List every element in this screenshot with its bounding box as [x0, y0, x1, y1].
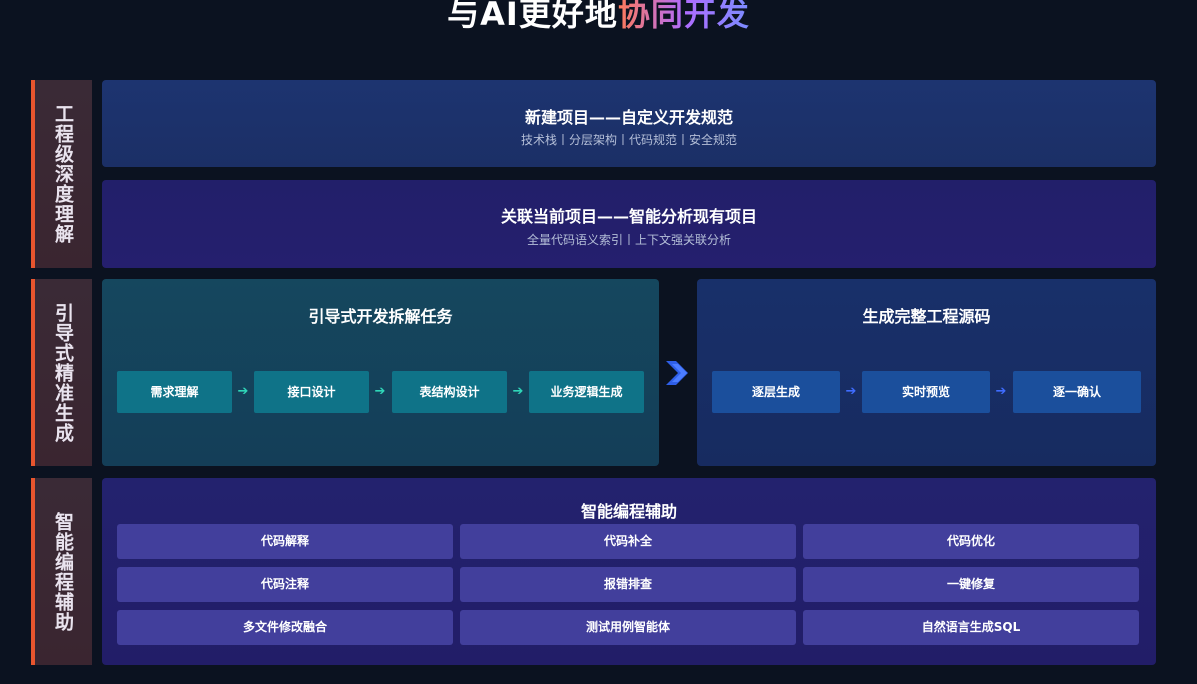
- page-title: 与AI更好地协同开发: [0, 0, 1197, 40]
- feature-item: 报错排查: [460, 567, 796, 602]
- arrow-right-icon: ➔: [237, 384, 249, 399]
- new-project-title: 新建项目——自定义开发规范: [524, 108, 733, 127]
- step-logic: 业务逻辑生成: [529, 371, 644, 413]
- link-project-subtitle: 全量代码语义索引丨上下文强关联分析: [526, 233, 731, 247]
- new-project-subtitle: 技术栈丨分层架构丨代码规范丨安全规范: [520, 133, 737, 147]
- generate-source-panel: 生成完整工程源码 逐层生成 ➔ 实时预览 ➔ 逐一确认: [697, 279, 1156, 466]
- step-interface: 接口设计: [254, 371, 369, 413]
- section-label-assist: 智能编程辅助: [31, 478, 92, 665]
- section-label-understanding: 工程级深度理解: [31, 80, 92, 268]
- feature-item: 一键修复: [803, 567, 1139, 602]
- title-main: 与AI更好地: [447, 0, 618, 33]
- generate-source-title: 生成完整工程源码: [862, 307, 991, 326]
- section-label-text: 引导式精准生成: [52, 302, 74, 443]
- link-project-panel: 关联当前项目——智能分析现有项目 全量代码语义索引丨上下文强关联分析: [102, 180, 1156, 268]
- section-label-text: 工程级深度理解: [52, 104, 74, 244]
- step-layered: 逐层生成: [712, 371, 840, 413]
- feature-item: 代码解释: [117, 524, 453, 559]
- step-requirement: 需求理解: [117, 371, 232, 413]
- guided-task-title: 引导式开发拆解任务: [308, 307, 453, 326]
- section-label-guided: 引导式精准生成: [31, 279, 92, 466]
- link-project-title: 关联当前项目——智能分析现有项目: [500, 207, 757, 226]
- flow-arrow-icon: [666, 361, 688, 385]
- feature-item: 自然语言生成SQL: [803, 610, 1139, 645]
- step-table: 表结构设计: [392, 371, 507, 413]
- feature-item: 代码补全: [460, 524, 796, 559]
- arrow-right-icon: ➔: [995, 384, 1007, 399]
- arrow-right-icon: ➔: [512, 384, 524, 399]
- feature-item: 代码优化: [803, 524, 1139, 559]
- section-label-text: 智能编程辅助: [52, 511, 74, 632]
- feature-item: 代码注释: [117, 567, 453, 602]
- arrow-right-icon: ➔: [845, 384, 857, 399]
- guided-task-panel: 引导式开发拆解任务 需求理解 ➔ 接口设计 ➔ 表结构设计 ➔ 业务逻辑生成: [102, 279, 659, 466]
- new-project-panel: 新建项目——自定义开发规范 技术栈丨分层架构丨代码规范丨安全规范: [102, 80, 1156, 167]
- title-highlight: 协同开发: [618, 0, 750, 33]
- step-confirm: 逐一确认: [1013, 371, 1141, 413]
- feature-item: 测试用例智能体: [460, 610, 796, 645]
- feature-item: 多文件修改融合: [117, 610, 453, 645]
- step-preview: 实时预览: [862, 371, 990, 413]
- assist-panel: 智能编程辅助 代码解释 代码补全 代码优化 代码注释 报错排查 一键修复 多文件…: [102, 478, 1156, 665]
- assist-title: 智能编程辅助: [580, 502, 677, 521]
- arrow-right-icon: ➔: [374, 384, 386, 399]
